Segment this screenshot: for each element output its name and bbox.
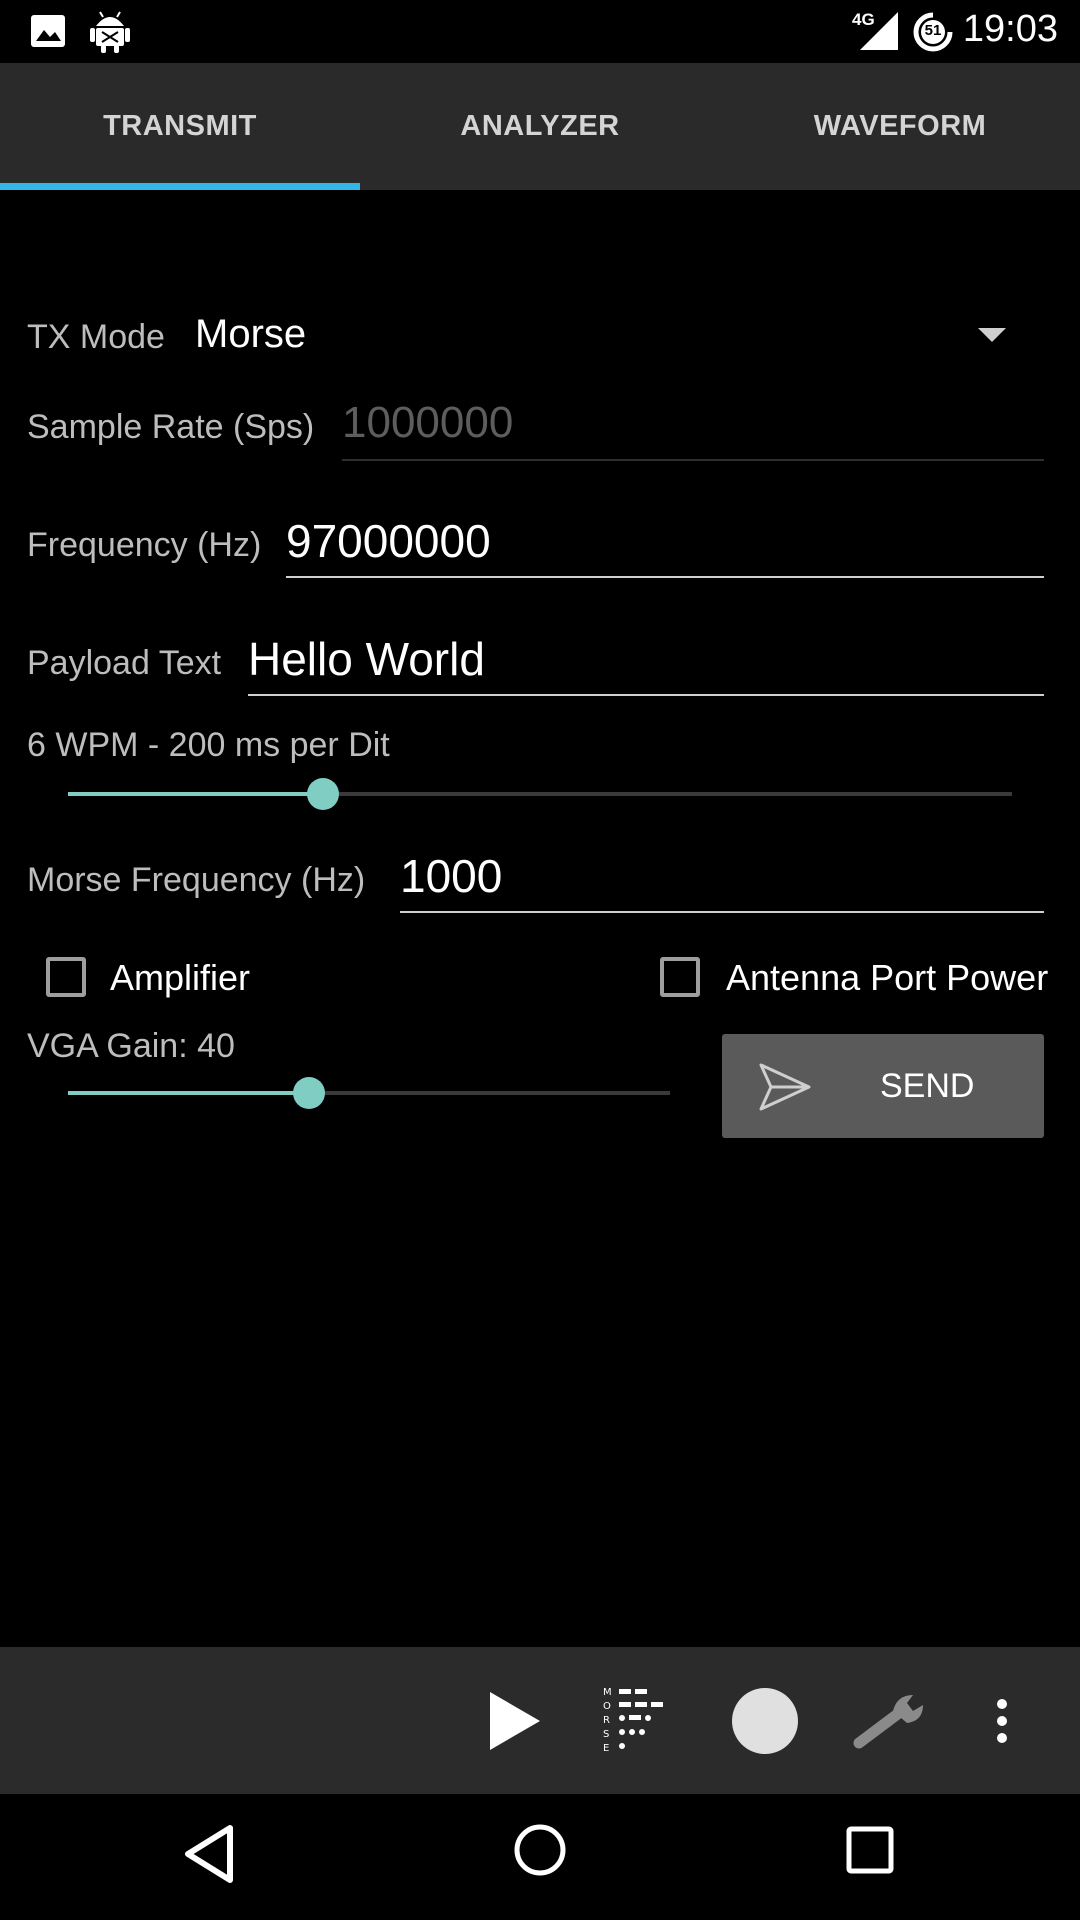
tx-mode-label: TX Mode [27, 318, 165, 356]
image-icon [30, 14, 66, 53]
send-label: SEND [880, 1067, 975, 1105]
svg-text:O: O [603, 1701, 611, 1712]
sample-rate-field[interactable]: 1000000 [342, 398, 513, 448]
wrench-icon[interactable] [846, 1647, 936, 1794]
tx-mode-spinner[interactable]: Morse [190, 300, 1020, 370]
svg-text:R: R [603, 1715, 610, 1726]
morse-frequency-field[interactable]: 1000 [400, 849, 502, 903]
antenna-port-power-checkbox[interactable] [660, 957, 700, 997]
vga-gain-slider[interactable] [68, 1077, 670, 1109]
tab-bar: TRANSMIT ANALYZER WAVEFORM [0, 63, 1080, 190]
svg-text:M: M [603, 1687, 612, 1698]
back-icon[interactable] [183, 1824, 235, 1889]
tab-waveform[interactable]: WAVEFORM [720, 63, 1080, 190]
sample-rate-label: Sample Rate (Sps) [27, 408, 315, 446]
morse-icon[interactable]: M O R S E [596, 1647, 686, 1794]
navigation-bar [0, 1794, 1080, 1920]
status-bar: 4G 51 19:03 [0, 0, 1080, 63]
vga-gain-slider-thumb[interactable] [292, 1077, 325, 1109]
frequency-label: Frequency (Hz) [27, 526, 262, 564]
wpm-slider-thumb[interactable] [306, 778, 339, 810]
wpm-slider[interactable] [68, 778, 1012, 810]
amplifier-checkbox[interactable] [46, 957, 86, 997]
payload-underline [248, 694, 1044, 696]
wpm-label: 6 WPM - 200 ms per Dit [27, 726, 390, 764]
recents-icon[interactable] [846, 1826, 894, 1879]
vga-gain-label: VGA Gain: 40 [27, 1027, 235, 1065]
tab-transmit[interactable]: TRANSMIT [0, 63, 360, 190]
morse-frequency-underline [400, 911, 1044, 913]
data-saver-count: 51 [924, 22, 942, 39]
morse-frequency-label: Morse Frequency (Hz) [27, 861, 366, 899]
tx-mode-value: Morse [195, 312, 307, 356]
antenna-port-power-label[interactable]: Antenna Port Power [726, 957, 1048, 999]
payload-field[interactable]: Hello World [248, 632, 485, 686]
tab-indicator [0, 183, 360, 190]
amplifier-label[interactable]: Amplifier [110, 957, 250, 999]
network-type: 4G [852, 10, 875, 29]
payload-label: Payload Text [27, 644, 222, 682]
send-button[interactable]: SEND [722, 1034, 1044, 1138]
android-debug-icon [88, 8, 132, 59]
wpm-slider-fill [68, 792, 323, 796]
send-icon [758, 1062, 812, 1117]
tab-analyzer[interactable]: ANALYZER [360, 63, 720, 190]
svg-text:E: E [603, 1743, 609, 1754]
record-icon[interactable] [720, 1647, 810, 1794]
overflow-menu-icon[interactable] [972, 1647, 1032, 1794]
clock: 19:03 [962, 8, 1058, 50]
sample-rate-underline [342, 459, 1044, 461]
play-icon[interactable] [470, 1647, 560, 1794]
home-icon[interactable] [513, 1823, 567, 1882]
frequency-underline [286, 576, 1044, 578]
chevron-down-icon[interactable] [978, 328, 1006, 342]
bottom-toolbar: M O R S E [0, 1647, 1080, 1794]
vga-gain-slider-fill [68, 1091, 309, 1095]
frequency-field[interactable]: 97000000 [286, 514, 491, 568]
svg-text:S: S [603, 1729, 609, 1740]
